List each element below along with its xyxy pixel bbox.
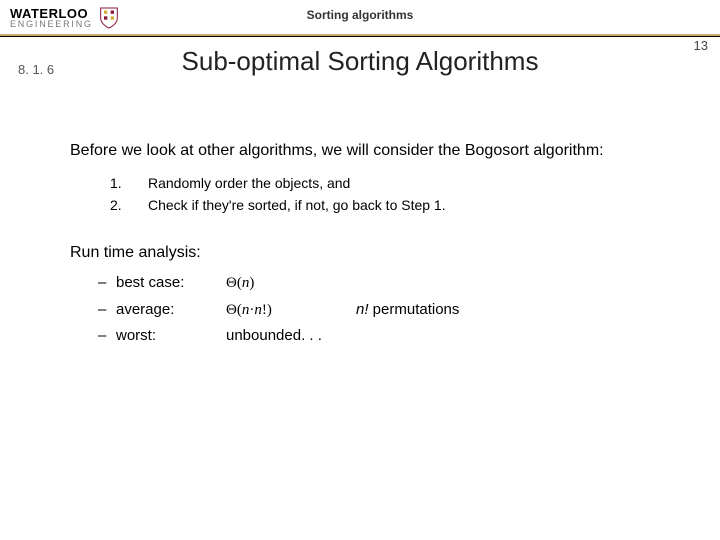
step-text: Check if they're sorted, if not, go back… xyxy=(148,194,446,216)
case-label: average: xyxy=(116,297,226,323)
case-best: – best case: Θ(n) xyxy=(98,270,680,297)
intro-text: Before we look at other algorithms, we w… xyxy=(70,140,680,162)
case-label: best case: xyxy=(116,270,226,296)
runtime-cases: – best case: Θ(n) – average: Θ(n·n!) n! … xyxy=(98,270,680,349)
slide-title: Sub-optimal Sorting Algorithms xyxy=(0,46,720,77)
step-number: 2. xyxy=(110,194,128,216)
list-item: 2. Check if they're sorted, if not, go b… xyxy=(110,194,680,216)
case-value: unbounded. . . xyxy=(226,323,356,349)
running-head: Sorting algorithms xyxy=(0,8,720,22)
case-note: n! permutations xyxy=(356,297,459,323)
bullet-dash: – xyxy=(98,323,116,349)
case-label: worst: xyxy=(116,323,226,349)
bullet-dash: – xyxy=(98,270,116,296)
case-value: Θ(n·n!) xyxy=(226,298,356,324)
case-average: – average: Θ(n·n!) n! permutations xyxy=(98,297,680,324)
header-underline xyxy=(0,34,720,37)
bullet-dash: – xyxy=(98,297,116,323)
case-worst: – worst: unbounded. . . xyxy=(98,323,680,349)
slide-header: WATERLOO ENGINEERING Sorting algorithms xyxy=(0,0,720,36)
list-item: 1. Randomly order the objects, and xyxy=(110,172,680,194)
runtime-heading: Run time analysis: xyxy=(70,244,680,262)
case-value: Θ(n) xyxy=(226,271,356,297)
steps-list: 1. Randomly order the objects, and 2. Ch… xyxy=(110,172,680,217)
slide-body: Before we look at other algorithms, we w… xyxy=(70,140,680,349)
step-number: 1. xyxy=(110,172,128,194)
step-text: Randomly order the objects, and xyxy=(148,172,350,194)
